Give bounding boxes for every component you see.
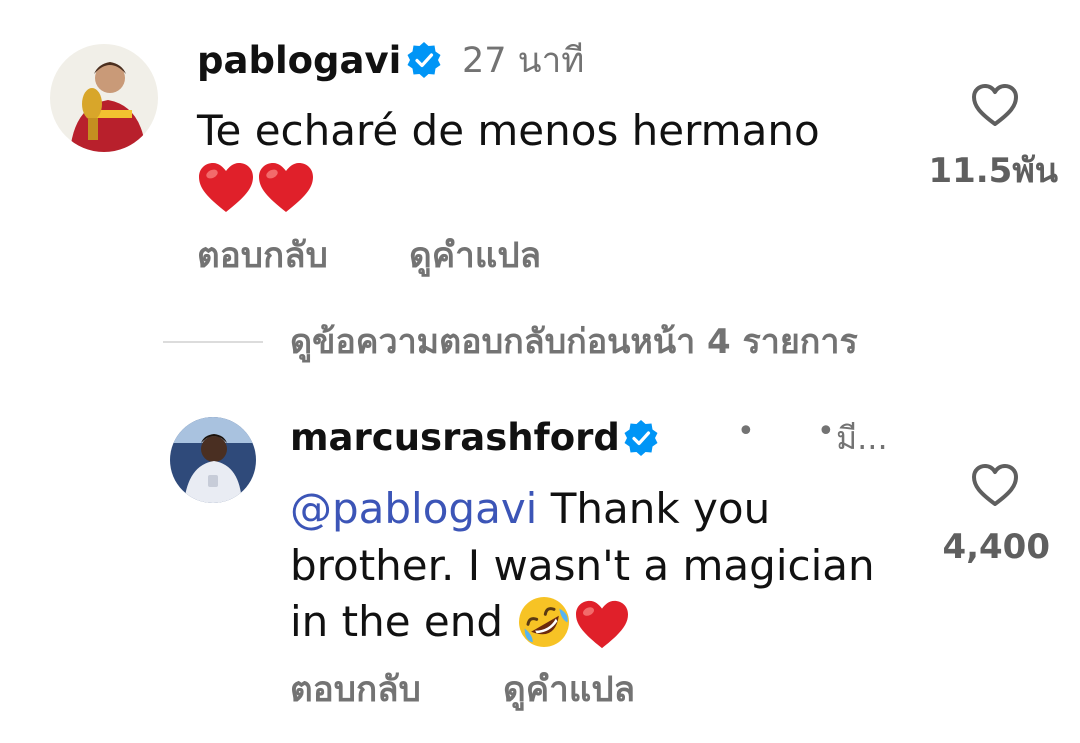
mention-link[interactable]: @pablogavi <box>290 484 537 533</box>
reply-text: in the end <box>290 597 517 646</box>
comment-username[interactable]: pablogavi <box>197 39 401 83</box>
see-translation-button[interactable]: ดูคำแปล <box>503 668 635 712</box>
reply-button[interactable]: ตอบกลับ <box>290 668 421 712</box>
replies-divider <box>163 341 263 343</box>
comment-body: Te echaré de menos hermano <box>197 106 820 155</box>
verified-badge-icon <box>407 42 441 78</box>
comment-timestamp: 27 นาที <box>462 41 585 81</box>
view-previous-replies-button[interactable]: ดูข้อความตอบกลับก่อนหน้า 4 รายการ <box>290 320 858 364</box>
reply-body-line-2: brother. I wasn't a magician <box>290 541 875 590</box>
like-count: 11.5พัน <box>928 151 1058 191</box>
red-heart-icon <box>576 600 629 648</box>
reply-body-line-3: in the end <box>290 594 630 651</box>
like-heart-icon[interactable] <box>970 462 1020 508</box>
comment-thread: pablogavi 27 นาที Te echaré de menos her… <box>0 0 1080 743</box>
reply-body-line-1: @pablogavi Thank you <box>290 481 770 537</box>
reply-username[interactable]: marcusrashford <box>290 416 620 460</box>
separator-dot: • <box>817 414 835 449</box>
like-count: 4,400 <box>942 527 1050 567</box>
separator-dot: • <box>737 414 755 449</box>
comment-emoji-line <box>197 157 315 215</box>
reply-button[interactable]: ตอบกลับ <box>197 234 328 278</box>
verified-badge-icon <box>624 420 658 456</box>
reply-timestamp: มี... <box>836 419 888 457</box>
red-heart-icon <box>259 162 313 212</box>
red-heart-icon <box>199 162 253 212</box>
avatar-marcusrashford[interactable] <box>170 417 256 503</box>
see-translation-button[interactable]: ดูคำแปล <box>409 234 541 278</box>
avatar-pablogavi[interactable] <box>50 44 158 152</box>
rolling-on-floor-laughing-icon <box>519 596 570 647</box>
reply-text: Thank you <box>537 484 771 533</box>
like-heart-icon[interactable] <box>970 82 1020 128</box>
